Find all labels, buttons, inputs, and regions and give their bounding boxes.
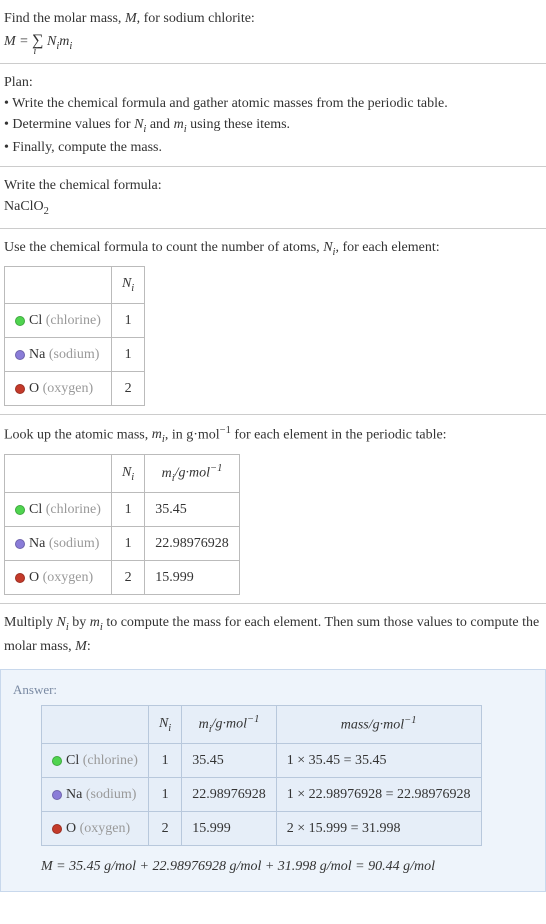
element-cell: Na (sodium) xyxy=(5,527,112,561)
mass-cell: 1 × 22.98976928 = 22.98976928 xyxy=(276,778,481,812)
answer-table: Ni mi/g·mol−1 mass/g·mol−1 Cl (chlorine)… xyxy=(41,705,482,846)
empty-header xyxy=(5,454,112,492)
lookup-intro: Look up the atomic mass, mi, in g·mol−1 … xyxy=(4,423,542,448)
ni-cell: 2 xyxy=(111,371,144,405)
multiply-section: Multiply Ni by mi to compute the mass fo… xyxy=(0,604,546,665)
mi-cell: 15.999 xyxy=(145,561,240,595)
element-dot-icon xyxy=(52,824,62,834)
mi-cell: 15.999 xyxy=(182,812,277,846)
mass-header: mass/g·mol−1 xyxy=(276,706,481,744)
element-dot-icon xyxy=(15,573,25,583)
empty-header xyxy=(42,706,149,744)
count-table: Ni Cl (chlorine) 1 Na (sodium) 1 O (oxyg… xyxy=(4,266,145,406)
element-cell: Na (sodium) xyxy=(5,337,112,371)
answer-box: Answer: Ni mi/g·mol−1 mass/g·mol−1 Cl (c… xyxy=(0,669,546,893)
multiply-intro: Multiply Ni by mi to compute the mass fo… xyxy=(4,612,542,657)
table-header-row: Ni xyxy=(5,267,145,304)
table-row: Cl (chlorine) 1 35.45 1 × 35.45 = 35.45 xyxy=(42,744,482,778)
element-cell: O (oxygen) xyxy=(42,812,149,846)
plan-item-2: • Determine values for Ni and mi using t… xyxy=(4,114,542,138)
element-dot-icon xyxy=(15,316,25,326)
lookup-section: Look up the atomic mass, mi, in g·mol−1 … xyxy=(0,415,546,604)
count-section: Use the chemical formula to count the nu… xyxy=(0,229,546,415)
table-row: O (oxygen) 2 15.999 2 × 15.999 = 31.998 xyxy=(42,812,482,846)
ni-cell: 2 xyxy=(111,561,144,595)
table-row: Cl (chlorine) 1 xyxy=(5,303,145,337)
ni-cell: 2 xyxy=(148,812,181,846)
table-row: Na (sodium) 1 xyxy=(5,337,145,371)
element-dot-icon xyxy=(52,756,62,766)
element-dot-icon xyxy=(15,350,25,360)
ni-cell: 1 xyxy=(111,493,144,527)
ni-header: Ni xyxy=(148,706,181,744)
formula-section: Write the chemical formula: NaClO2 xyxy=(0,167,546,229)
ni-cell: 1 xyxy=(111,303,144,337)
mi-header: mi/g·mol−1 xyxy=(182,706,277,744)
table-row: Na (sodium) 1 22.98976928 1 × 22.9897692… xyxy=(42,778,482,812)
mass-cell: 1 × 35.45 = 35.45 xyxy=(276,744,481,778)
mass-cell: 2 × 15.999 = 31.998 xyxy=(276,812,481,846)
element-cell: Cl (chlorine) xyxy=(5,493,112,527)
plan-item-1: • Write the chemical formula and gather … xyxy=(4,93,542,114)
ni-header: Ni xyxy=(111,267,144,304)
lookup-table: Ni mi/g·mol−1 Cl (chlorine) 1 35.45 Na (… xyxy=(4,454,240,595)
element-cell: Na (sodium) xyxy=(42,778,149,812)
ni-cell: 1 xyxy=(148,778,181,812)
ni-cell: 1 xyxy=(111,337,144,371)
mi-header: mi/g·mol−1 xyxy=(145,454,240,492)
empty-header xyxy=(5,267,112,304)
element-cell: Cl (chlorine) xyxy=(42,744,149,778)
intro-section: Find the molar mass, M, for sodium chlor… xyxy=(0,0,546,64)
element-dot-icon xyxy=(15,539,25,549)
ni-cell: 1 xyxy=(111,527,144,561)
element-dot-icon xyxy=(52,790,62,800)
element-cell: O (oxygen) xyxy=(5,371,112,405)
mi-cell: 22.98976928 xyxy=(182,778,277,812)
mi-cell: 22.98976928 xyxy=(145,527,240,561)
mi-cell: 35.45 xyxy=(145,493,240,527)
ni-header: Ni xyxy=(111,454,144,492)
table-row: O (oxygen) 2 15.999 xyxy=(5,561,240,595)
ni-cell: 1 xyxy=(148,744,181,778)
element-cell: O (oxygen) xyxy=(5,561,112,595)
mi-cell: 35.45 xyxy=(182,744,277,778)
table-row: Na (sodium) 1 22.98976928 xyxy=(5,527,240,561)
formula-value: NaClO2 xyxy=(4,196,542,220)
table-row: O (oxygen) 2 xyxy=(5,371,145,405)
element-dot-icon xyxy=(15,505,25,515)
plan-title: Plan: xyxy=(4,72,542,93)
final-result: M = 35.45 g/mol + 22.98976928 g/mol + 31… xyxy=(41,856,533,877)
table-header-row: Ni mi/g·mol−1 mass/g·mol−1 xyxy=(42,706,482,744)
table-row: Cl (chlorine) 1 35.45 xyxy=(5,493,240,527)
element-dot-icon xyxy=(15,384,25,394)
answer-label: Answer: xyxy=(13,680,533,700)
table-header-row: Ni mi/g·mol−1 xyxy=(5,454,240,492)
plan-item-3: • Finally, compute the mass. xyxy=(4,137,542,158)
element-cell: Cl (chlorine) xyxy=(5,303,112,337)
intro-line: Find the molar mass, M, for sodium chlor… xyxy=(4,8,542,29)
count-intro: Use the chemical formula to count the nu… xyxy=(4,237,542,261)
formula-label: Write the chemical formula: xyxy=(4,175,542,196)
intro-formula: M = ∑i Nimi xyxy=(4,29,542,55)
plan-section: Plan: • Write the chemical formula and g… xyxy=(0,64,546,168)
